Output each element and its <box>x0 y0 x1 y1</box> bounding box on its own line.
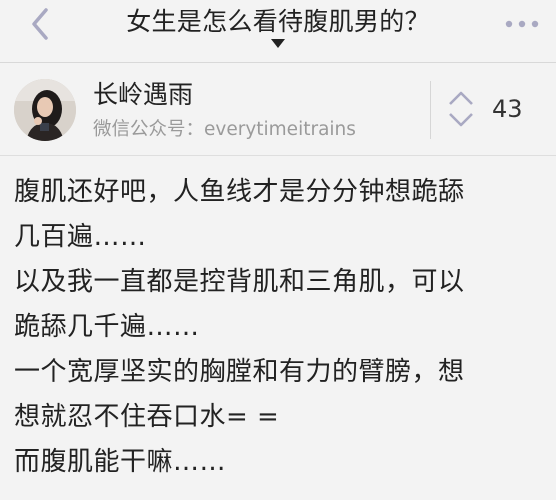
question-title[interactable]: 女生是怎么看待腹肌男的？ <box>0 4 556 40</box>
author-bio: 微信公众号：everytimeitrains <box>93 119 356 140</box>
more-dots-icon[interactable] <box>502 14 542 34</box>
answer-line: 而腹肌能干嘛…… <box>14 447 227 477</box>
vote-count: 43 <box>492 95 523 123</box>
answer-line: 腹肌还好吧，人鱼线才是分分钟想跪舔 <box>14 177 465 207</box>
answer-content: 腹肌还好吧，人鱼线才是分分钟想跪舔 几百遍…… 以及我一直都是控背肌和三角肌，可… <box>0 156 556 485</box>
author-name[interactable]: 长岭遇雨 <box>93 79 193 111</box>
caret-down-icon[interactable] <box>271 39 285 48</box>
divider <box>430 81 431 139</box>
answer-line: 几百遍…… <box>14 222 147 252</box>
author-row: 长岭遇雨 微信公众号：everytimeitrains 43 <box>0 63 556 156</box>
answer-line: 以及我一直都是控背肌和三角肌，可以 <box>14 267 465 297</box>
answer-line: 跪舔几千遍…… <box>14 312 200 342</box>
answer-line: 一个宽厚坚实的胸膛和有力的臂膀，想 <box>14 357 465 387</box>
answer-line: 想就忍不住吞口水= = <box>14 402 280 432</box>
vote-arrows-icon[interactable] <box>446 87 476 131</box>
avatar[interactable] <box>14 79 76 141</box>
navigation-bar: 女生是怎么看待腹肌男的？ <box>0 0 556 63</box>
